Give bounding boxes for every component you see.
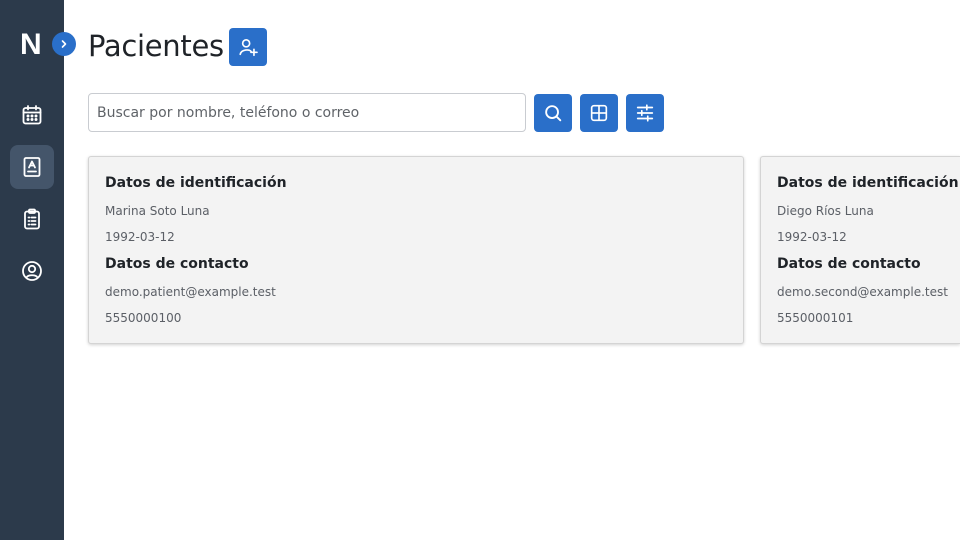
identification-heading: Datos de identificación — [777, 175, 959, 191]
sidebar-item-calendar[interactable] — [10, 93, 54, 137]
contact-heading: Datos de contacto — [777, 256, 921, 272]
patient-birth-date: 1992-03-12 — [777, 230, 847, 244]
contact-heading: Datos de contacto — [105, 256, 249, 272]
patient-card[interactable]: Datos de identificación Diego Ríos Luna … — [760, 156, 960, 344]
search-icon — [545, 105, 562, 122]
search-input[interactable] — [88, 93, 526, 132]
grid-icon — [590, 104, 608, 122]
patient-name: Marina Soto Luna — [105, 204, 210, 218]
sidebar: N — [0, 0, 64, 540]
patient-birth-date: 1992-03-12 — [105, 230, 175, 244]
patient-phone: 5550000101 — [777, 311, 854, 325]
user-plus-icon — [239, 39, 258, 57]
filter-button[interactable] — [626, 94, 664, 132]
patient-card[interactable]: Datos de identificación Marina Soto Luna… — [88, 156, 744, 344]
sidebar-item-patients[interactable] — [10, 145, 54, 189]
user-circle-icon — [22, 261, 42, 281]
search-button[interactable] — [534, 94, 572, 132]
sidebar-item-clipboard[interactable] — [10, 197, 54, 241]
calendar-icon — [22, 105, 42, 125]
contact-book-icon — [23, 157, 41, 177]
app-logo: N — [20, 28, 42, 61]
patient-email: demo.patient@example.test — [105, 285, 276, 299]
identification-heading: Datos de identificación — [105, 175, 287, 191]
chevron-right-icon — [61, 40, 67, 48]
grid-view-button[interactable] — [580, 94, 618, 132]
page-title: Pacientes — [88, 29, 224, 63]
patient-email: demo.second@example.test — [777, 285, 948, 299]
sidebar-expand-button[interactable] — [52, 32, 76, 56]
clipboard-list-icon — [24, 208, 40, 230]
sliders-icon — [636, 104, 654, 122]
add-patient-button[interactable] — [229, 28, 267, 66]
patient-name: Diego Ríos Luna — [777, 204, 874, 218]
patient-phone: 5550000100 — [105, 311, 182, 325]
sidebar-item-profile[interactable] — [10, 249, 54, 293]
